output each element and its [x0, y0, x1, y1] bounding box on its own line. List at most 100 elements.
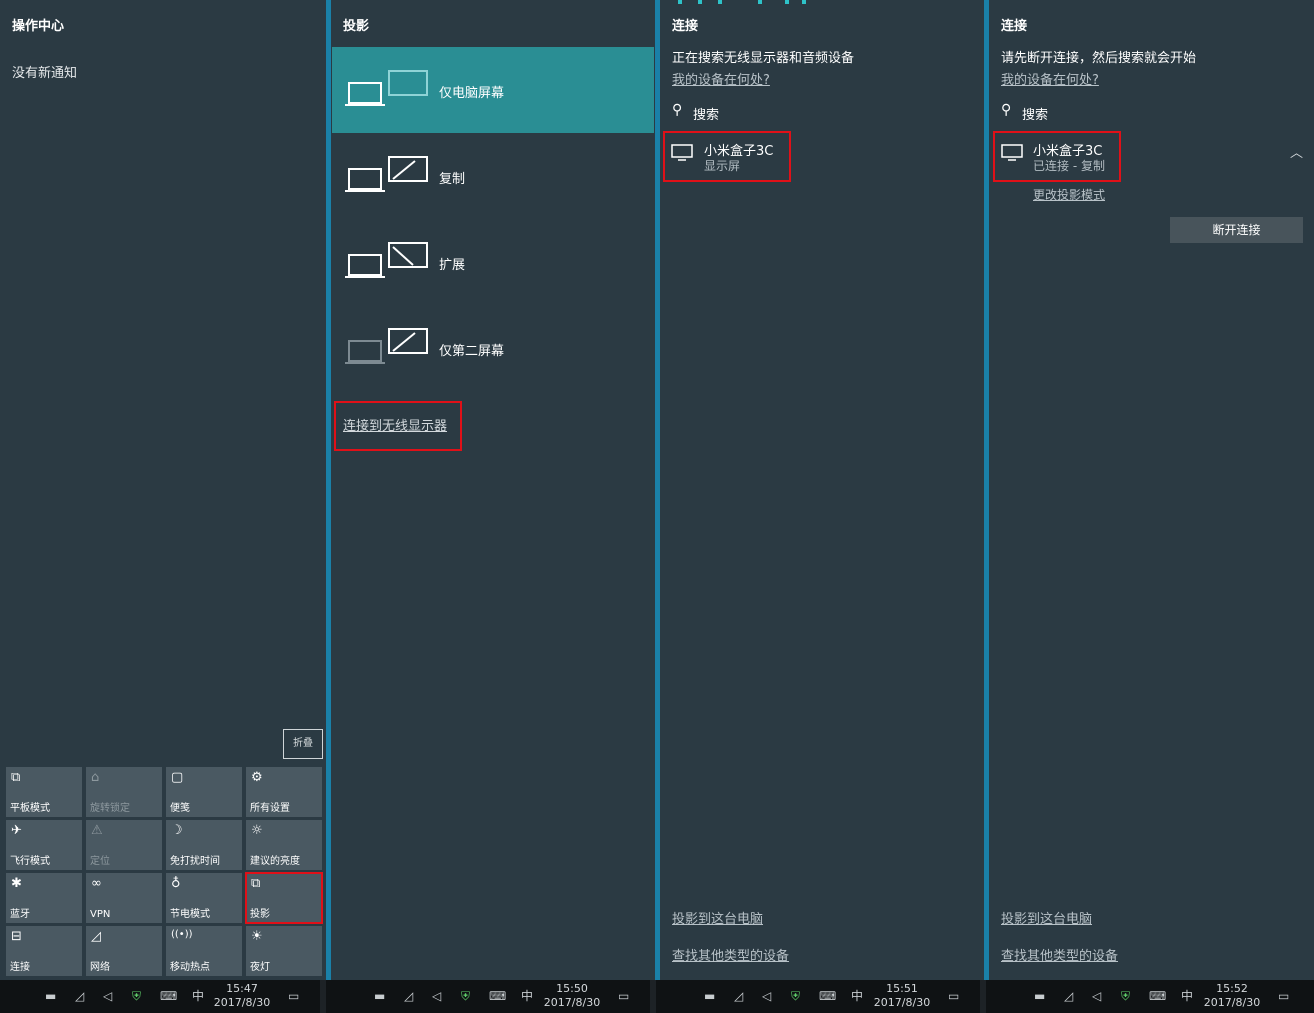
tile-label: 建议的亮度	[250, 856, 300, 867]
tile-mobile-hotspot[interactable]: ((•)) 移动热点	[166, 926, 242, 976]
tile-vpn[interactable]: ∞ VPN	[86, 873, 162, 923]
tile-tablet-mode[interactable]: ⧉ 平板模式	[6, 767, 82, 817]
progress-dot	[718, 0, 722, 4]
defender-icon[interactable]: ⛨	[132, 989, 141, 1003]
action-center-panel: 操作中心 没有新通知 折叠 ⧉ 平板模式 ⌂ 旋转锁定 ▢ 便笺 ⚙ 所有设置 …	[0, 0, 326, 980]
clock[interactable]: 15:47 2017/8/30	[212, 982, 272, 1010]
tile-network[interactable]: ◿ 网络	[86, 926, 162, 976]
wifi-icon[interactable]: ◿	[734, 989, 743, 1003]
tile-label: 节电模式	[170, 909, 210, 920]
project-to-this-pc-link[interactable]: 投影到这台电脑	[672, 908, 763, 927]
tile-bluetooth[interactable]: ✱ 蓝牙	[6, 873, 82, 923]
clock[interactable]: 15:51 2017/8/30	[872, 982, 932, 1010]
progress-dot	[758, 0, 762, 4]
notification-icon[interactable]: ▭	[288, 989, 299, 1003]
airplane-icon: ✈	[11, 823, 22, 838]
tile-note[interactable]: ▢ 便笺	[166, 767, 242, 817]
night-light-icon: ☀	[251, 929, 263, 944]
wifi-icon[interactable]: ◿	[1064, 989, 1073, 1003]
clock-date: 2017/8/30	[873, 996, 931, 1009]
find-other-devices-link[interactable]: 查找其他类型的设备	[672, 945, 789, 964]
tablet-mode-icon: ⧉	[11, 770, 21, 785]
battery-icon[interactable]: ▬	[374, 989, 385, 1003]
notification-icon[interactable]: ▭	[1278, 989, 1289, 1003]
tile-label: 免打扰时间	[170, 856, 220, 867]
clock-time: 15:52	[1216, 982, 1248, 995]
clock-date: 2017/8/30	[543, 996, 601, 1009]
project-option-pc-only[interactable]: 仅电脑屏幕	[332, 47, 654, 133]
battery-icon[interactable]: ▬	[45, 989, 56, 1003]
defender-icon[interactable]: ⛨	[791, 989, 800, 1003]
collapse-button[interactable]: 折叠	[283, 729, 323, 759]
network-icon: ◿	[91, 929, 101, 944]
progress-dot	[785, 0, 789, 4]
duplicate-icon	[345, 156, 428, 192]
volume-icon[interactable]: ◁	[762, 989, 771, 1003]
progress-dot	[678, 0, 682, 4]
connect-title: 连接	[672, 19, 699, 34]
clock[interactable]: 15:52 2017/8/30	[1202, 982, 1262, 1010]
tile-rotation-lock[interactable]: ⌂ 旋转锁定	[86, 767, 162, 817]
project-to-this-pc-link[interactable]: 投影到这台电脑	[1001, 908, 1092, 927]
tile-label: 网络	[90, 962, 110, 973]
tile-quiet-hours[interactable]: ☽ 免打扰时间	[166, 820, 242, 870]
keyboard-icon[interactable]: ⌨	[160, 989, 177, 1003]
where-is-my-device-link[interactable]: 我的设备在何处?	[672, 69, 770, 88]
where-is-my-device-link[interactable]: 我的设备在何处?	[1001, 69, 1099, 88]
clock[interactable]: 15:50 2017/8/30	[542, 982, 602, 1010]
connect-icon: ⊟	[11, 929, 22, 944]
tile-battery-saver[interactable]: ♁ 节电模式	[166, 873, 242, 923]
change-projection-mode-link[interactable]: 更改投影模式	[1033, 186, 1105, 203]
project-option-label: 复制	[439, 172, 466, 187]
tile-brightness[interactable]: ☼ 建议的亮度	[246, 820, 322, 870]
progress-dot	[698, 0, 702, 4]
tile-location[interactable]: ⚠ 定位	[86, 820, 162, 870]
clock-date: 2017/8/30	[213, 996, 271, 1009]
defender-icon[interactable]: ⛨	[461, 989, 470, 1003]
ime-indicator[interactable]: 中	[521, 989, 533, 1003]
progress-dot	[802, 0, 806, 4]
tile-label: 夜灯	[250, 962, 270, 973]
disconnect-hint-text: 请先断开连接，然后搜索就会开始	[1001, 51, 1197, 66]
battery-icon[interactable]: ▬	[1034, 989, 1045, 1003]
battery-icon[interactable]: ▬	[704, 989, 715, 1003]
ime-indicator[interactable]: 中	[1181, 989, 1193, 1003]
project-option-second-screen[interactable]: 仅第二屏幕	[332, 305, 654, 391]
wifi-icon[interactable]: ◿	[404, 989, 413, 1003]
volume-icon[interactable]: ◁	[103, 989, 112, 1003]
find-other-devices-link[interactable]: 查找其他类型的设备	[1001, 945, 1118, 964]
taskbar: ▬ ◿ ◁ ⛨ ⌨ 中 15:47 2017/8/30 ▭	[0, 980, 320, 1013]
keyboard-icon[interactable]: ⌨	[489, 989, 506, 1003]
notification-icon[interactable]: ▭	[948, 989, 959, 1003]
wifi-icon[interactable]: ◿	[75, 989, 84, 1003]
extend-icon	[345, 242, 428, 278]
volume-icon[interactable]: ◁	[1092, 989, 1101, 1003]
disconnect-button[interactable]: 断开连接	[1170, 217, 1303, 243]
tile-all-settings[interactable]: ⚙ 所有设置	[246, 767, 322, 817]
highlight-device	[663, 131, 791, 182]
tile-label: 便笺	[170, 803, 190, 814]
project-option-label: 扩展	[439, 258, 466, 273]
tile-airplane-mode[interactable]: ✈ 飞行模式	[6, 820, 82, 870]
chevron-up-icon[interactable]: ︿	[1290, 142, 1303, 161]
tile-connect[interactable]: ⊟ 连接	[6, 926, 82, 976]
ime-indicator[interactable]: 中	[851, 989, 863, 1003]
notification-icon[interactable]: ▭	[618, 989, 629, 1003]
brightness-icon: ☼	[251, 823, 263, 838]
clock-date: 2017/8/30	[1203, 996, 1261, 1009]
project-option-duplicate[interactable]: 复制	[332, 133, 654, 219]
rotation-lock-icon: ⌂	[91, 770, 100, 785]
volume-icon[interactable]: ◁	[432, 989, 441, 1003]
tile-night-light[interactable]: ☀ 夜灯	[246, 926, 322, 976]
defender-icon[interactable]: ⛨	[1121, 989, 1130, 1003]
tile-label: 旋转锁定	[90, 803, 130, 814]
clock-time: 15:50	[556, 982, 588, 995]
clock-time: 15:51	[886, 982, 918, 995]
vpn-icon: ∞	[91, 876, 102, 891]
ime-indicator[interactable]: 中	[192, 989, 204, 1003]
project-option-extend[interactable]: 扩展	[332, 219, 654, 305]
moon-icon: ☽	[171, 823, 183, 838]
keyboard-icon[interactable]: ⌨	[819, 989, 836, 1003]
action-center-title: 操作中心	[12, 19, 65, 34]
keyboard-icon[interactable]: ⌨	[1149, 989, 1166, 1003]
